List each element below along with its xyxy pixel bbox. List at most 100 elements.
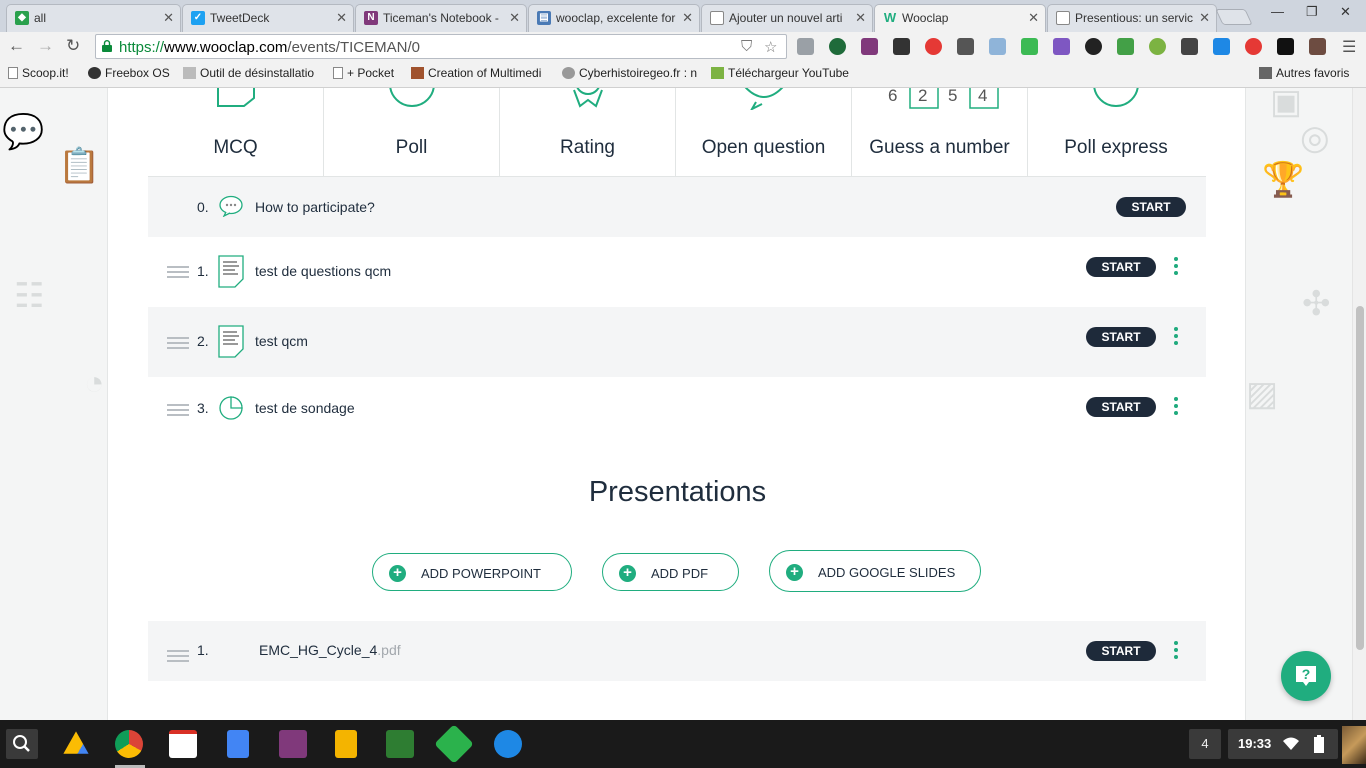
close-tab-icon[interactable]: ✕ [509,10,520,26]
onenote-extension-icon[interactable] [861,38,878,55]
scrollbar-thumb[interactable] [1356,306,1364,650]
close-tab-icon[interactable]: ✕ [682,10,693,26]
slides-icon[interactable] [335,730,357,758]
question-row[interactable]: 1. test de questions qcm START [148,237,1206,307]
question-row[interactable]: 3. test de sondage START [148,377,1206,441]
add-powerpoint-button[interactable]: + ADD POWERPOINT [372,553,572,591]
color-wheel-extension-icon[interactable] [1085,38,1102,55]
presentation-row[interactable]: 1. EMC_HG_Cycle_4.pdf START [148,621,1206,681]
close-tab-icon[interactable]: ✕ [336,10,347,26]
onenote-icon[interactable] [279,730,307,758]
tab-onenote[interactable]: N Ticeman's Notebook - ✕ [355,4,527,32]
print-extension-icon[interactable] [1117,38,1134,55]
chrome-menu-icon[interactable]: ☰ [1342,37,1356,57]
download-extension-icon[interactable] [829,38,846,55]
qtype-mcq[interactable]: MCQ [148,88,324,177]
marker-extension-icon[interactable] [1021,38,1038,55]
close-tab-icon[interactable]: ✕ [163,10,174,26]
shield-icon[interactable]: ⛉ [741,38,752,55]
chat-extension-icon[interactable] [1181,38,1198,55]
forward-arrow-icon[interactable]: → [37,36,54,56]
back-arrow-icon[interactable]: ← [8,36,25,56]
folder-icon [1259,67,1272,79]
bookmark-multimedia[interactable]: Creation of Multimedi [411,66,541,80]
minimize-icon[interactable]: — [1271,4,1284,19]
tab-all[interactable]: ◆ all ✕ [6,4,181,32]
close-tab-icon[interactable]: ✕ [1028,10,1039,26]
address-bar[interactable]: https://www.wooclap.com/events/TICEMAN/0… [95,34,787,59]
gmail-icon[interactable] [169,730,197,758]
drag-handle-icon[interactable] [167,337,189,352]
close-tab-icon[interactable]: ✕ [1199,10,1210,26]
bookmark-other[interactable]: Autres favoris [1259,66,1349,80]
feedly-icon[interactable] [434,724,474,764]
fish-extension-icon[interactable] [1277,38,1294,55]
notification-count[interactable]: 4 [1189,729,1221,759]
film-extension-icon[interactable] [893,38,910,55]
stamp-extension-icon[interactable] [957,38,974,55]
camera-extension-icon[interactable] [989,38,1006,55]
more-options-icon[interactable] [1174,327,1178,348]
bookmark-scoopit[interactable]: Scoop.it! [8,66,69,80]
tab-tweetdeck[interactable]: ✓ TweetDeck ✕ [182,4,354,32]
help-chat-button[interactable]: ? [1281,651,1331,701]
pen-extension-icon[interactable] [1309,38,1326,55]
close-window-icon[interactable]: ✕ [1340,4,1351,20]
start-button[interactable]: START [1086,257,1156,277]
bookmark-cyberhistoire[interactable]: Cyberhistoiregeo.fr : n [562,66,697,80]
more-options-icon[interactable] [1174,641,1178,662]
question-row[interactable]: 2. test qcm START [148,307,1206,377]
more-options-icon[interactable] [1174,257,1178,278]
qtype-guess-number[interactable]: 6 2 5 4 Guess a number [852,88,1028,177]
maximize-icon[interactable]: ❐ [1306,4,1318,20]
document-favicon-icon [710,11,724,25]
reload-icon[interactable]: ↻ [66,36,80,56]
qtype-poll[interactable]: Poll [324,88,500,177]
tab-wooclap[interactable]: W Wooclap ✕ [874,4,1046,32]
new-tab-button[interactable] [1215,9,1253,25]
browser-toolbar: ← → ↻ https://www.wooclap.com/events/TIC… [0,32,1366,61]
bookmark-pocket[interactable]: + Pocket [333,66,394,80]
tab-wooclap-article[interactable]: ▤ wooclap, excelente for ✕ [528,4,700,32]
more-options-icon[interactable] [1174,397,1178,418]
files-icon[interactable] [494,730,522,758]
question-row[interactable]: 0. How to participate? START [148,177,1206,237]
chrome-icon[interactable] [115,730,143,758]
start-button[interactable]: START [1086,397,1156,417]
snowflake-extension-icon[interactable] [925,38,942,55]
start-button[interactable]: START [1086,641,1156,661]
question-type-bar: MCQ Poll Rating Open question 6 2 5 4 Gu… [148,88,1206,177]
add-pdf-button[interactable]: + ADD PDF [602,553,739,591]
google-drive-icon[interactable] [63,731,89,754]
sway-icon[interactable] [386,730,414,758]
presentation-filename: EMC_HG_Cycle_4.pdf [259,642,401,658]
user-avatar[interactable] [1342,726,1366,764]
bookmark-youtube-downloader[interactable]: Téléchargeur YouTube [711,66,849,80]
green-dot-extension-icon[interactable] [1149,38,1166,55]
speech-bubble-icon [219,195,243,217]
star-icon[interactable]: ☆ [764,38,777,56]
tab-ajouter[interactable]: Ajouter un nouvel arti ✕ [701,4,873,32]
bookmark-freebox[interactable]: Freebox OS [88,66,170,80]
docs-icon[interactable] [227,730,249,758]
extension-icon[interactable] [797,38,814,55]
feather-extension-icon[interactable] [1053,38,1070,55]
start-button[interactable]: START [1086,327,1156,347]
launcher-button[interactable] [6,729,38,759]
add-google-slides-button[interactable]: + ADD GOOGLE SLIDES [769,550,981,592]
drag-handle-icon[interactable] [167,650,189,665]
drag-handle-icon[interactable] [167,404,189,419]
status-tray[interactable]: 19:33 [1228,729,1338,759]
tab-presentious[interactable]: Presentious: un servic ✕ [1047,4,1217,32]
qtype-open-question[interactable]: Open question [676,88,852,177]
qtype-rating[interactable]: Rating [500,88,676,177]
start-button[interactable]: START [1116,197,1186,217]
close-tab-icon[interactable]: ✕ [855,10,866,26]
circle-extension-icon[interactable] [1245,38,1262,55]
drag-handle-icon[interactable] [167,266,189,281]
qtype-poll-express[interactable]: Poll express [1028,88,1204,177]
cat-extension-icon[interactable] [1213,38,1230,55]
qtype-label: MCQ [213,137,258,158]
page-scrollbar[interactable] [1352,88,1366,720]
bookmark-outil[interactable]: Outil de désinstallatio [183,66,314,80]
